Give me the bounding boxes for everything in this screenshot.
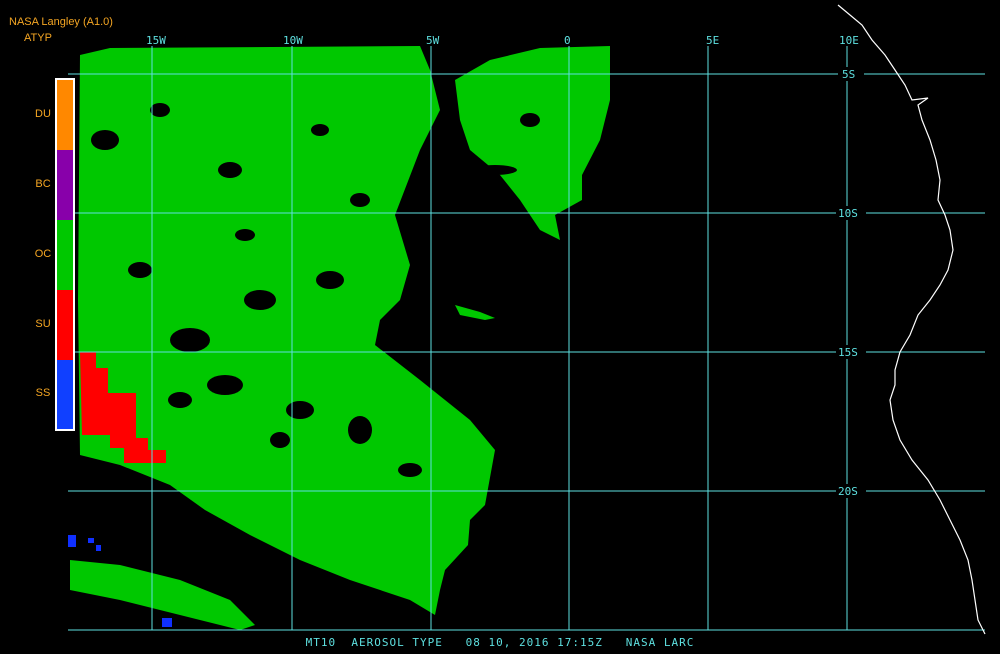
lon-label: 0 xyxy=(564,34,571,47)
legend-label-oc: OC xyxy=(34,248,52,260)
lon-label: 15W xyxy=(146,34,166,47)
lon-label: 5W xyxy=(426,34,440,47)
lat-label: 10S xyxy=(838,207,858,220)
lon-label: 5E xyxy=(706,34,719,47)
legend-label-bc: BC xyxy=(35,178,51,190)
legend-label-du: DU xyxy=(35,108,51,120)
lat-label: 20S xyxy=(838,485,858,498)
lon-label: 10W xyxy=(283,34,303,47)
map-canvas: 15W 10W 5W 0 5E 10E 5S 10S 15S 20S xyxy=(0,0,1000,650)
legend-label-su: SU xyxy=(35,318,51,330)
lat-label: 5S xyxy=(842,68,855,81)
legend-label-ss: SS xyxy=(35,387,51,399)
lon-label: 10E xyxy=(839,34,859,47)
map-caption: MT10 AEROSOL TYPE 08 10, 2016 17:15Z NAS… xyxy=(305,636,695,649)
lat-label: 15S xyxy=(838,346,858,359)
map-frame: 15W 10W 5W 0 5E 10E 5S 10S 15S 20S xyxy=(0,0,1000,650)
source-label: NASA Langley (A1.0) xyxy=(9,16,113,28)
product-label: ATYP xyxy=(24,32,52,44)
